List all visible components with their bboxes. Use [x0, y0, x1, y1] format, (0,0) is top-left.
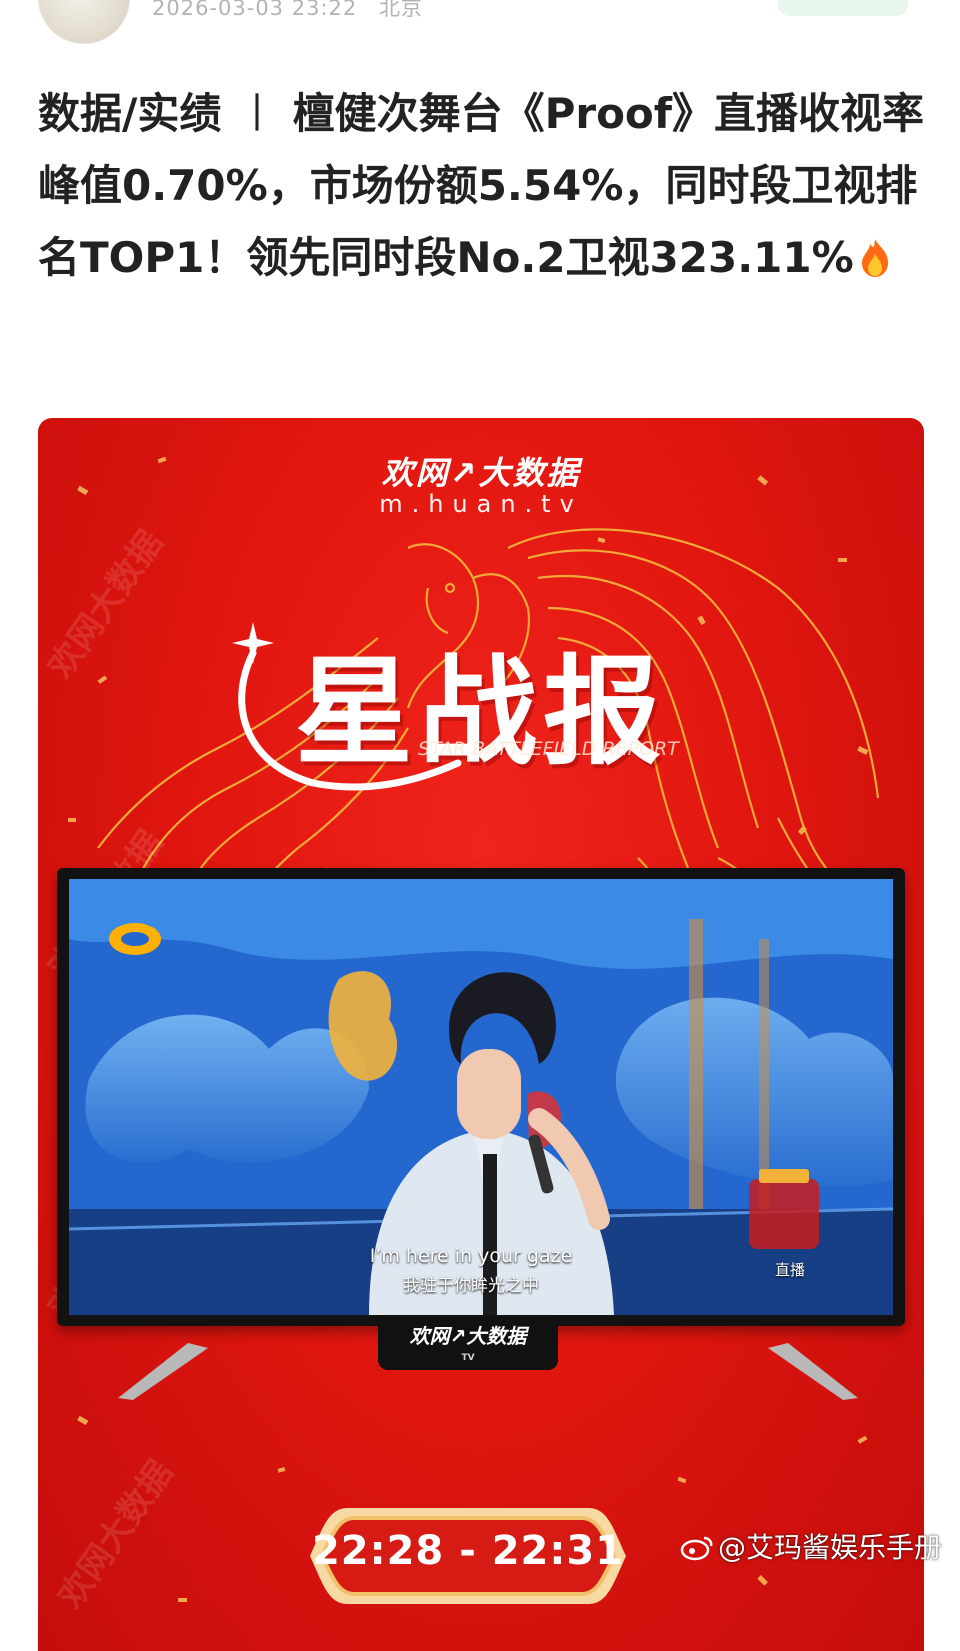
time-range: 22:28 - 22:31 [311, 1528, 625, 1574]
tv-screen: I’m here in your gaze 我驻于你眸光之中 直播 [69, 879, 893, 1315]
tv-badge-small: TV [461, 1353, 475, 1363]
tv-brand-badge: 欢网↗大数据 TV [378, 1318, 558, 1370]
tv-live-label: 直播 [775, 1261, 806, 1279]
tv-frame: I’m here in your gaze 我驻于你眸光之中 直播 [57, 868, 905, 1326]
tv-subtitle-zh: 我驻于你眸光之中 [403, 1276, 539, 1296]
weibo-icon [680, 1536, 713, 1561]
watermark-text: @艾玛酱娱乐手册 [718, 1531, 943, 1564]
post-timestamp: 2026-03-03 23:22 [152, 0, 358, 20]
poster-main-title: 星战报 [294, 643, 667, 781]
poster-image[interactable]: 欢网↗大数据 m.huan.tv 星战报 STAR BATTLEFIELD RE… [38, 418, 924, 1651]
brand-title: 欢网↗大数据 [381, 454, 581, 492]
post-body: 数据/实绩 ︱ 檀健次舞台《Proof》直播收视率峰值0.70%，市场份额5.5… [38, 78, 928, 294]
tv-badge-text: 欢网↗大数据 [409, 1324, 527, 1348]
post-location: 北京 [378, 0, 423, 20]
avatar[interactable] [38, 0, 130, 44]
post-meta: 2026-03-03 23:22 北京 [152, 0, 423, 22]
follow-button[interactable] [778, 0, 908, 16]
brand-url: m.huan.tv [379, 490, 583, 518]
post-text: 数据/实绩 ︱ 檀健次舞台《Proof》直播收视率峰值0.70%，市场份额5.5… [38, 89, 925, 282]
weibo-watermark: @艾玛酱娱乐手册 [680, 1526, 942, 1566]
fire-emoji [858, 228, 892, 277]
poster-subtitle: STAR BATTLEFIELD REPORT [418, 738, 679, 760]
tv-subtitle-en: I’m here in your gaze [369, 1245, 573, 1267]
